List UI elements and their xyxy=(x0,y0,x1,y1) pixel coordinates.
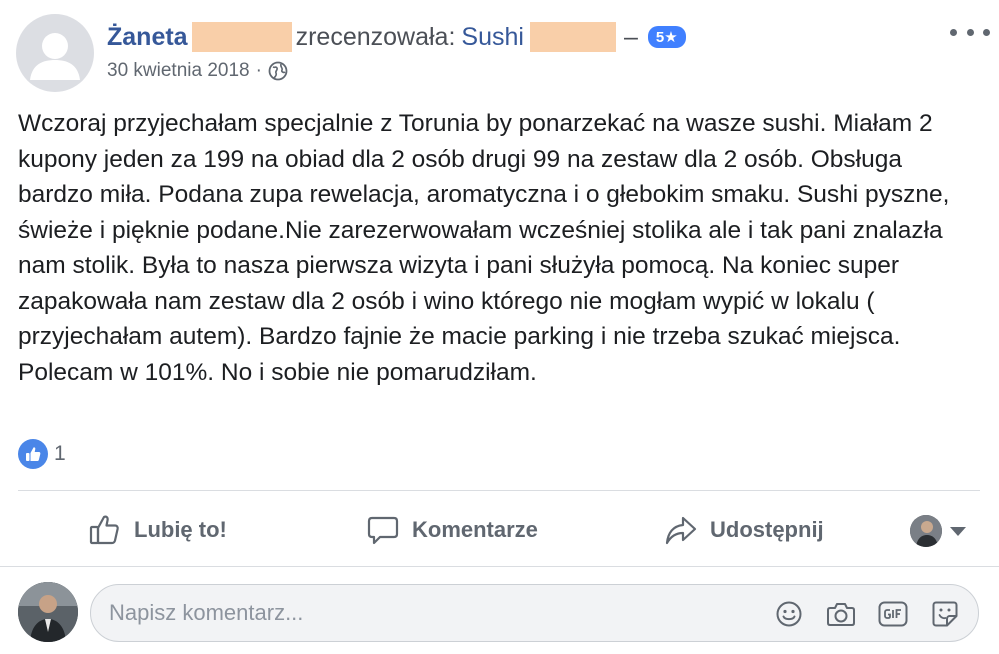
post-header: Żaneta zrecenzowała: Sushi – 5★ xyxy=(107,20,686,54)
comment-composer xyxy=(90,584,979,642)
meta-dot: · xyxy=(255,60,262,81)
author-avatar[interactable] xyxy=(16,14,94,92)
share-arrow-icon xyxy=(665,516,697,545)
thumbs-up-outline-icon xyxy=(89,515,119,545)
sticker-icon[interactable] xyxy=(930,599,960,629)
thumbs-up-icon xyxy=(18,439,48,469)
post-meta: 30 kwietnia 2018 · xyxy=(107,58,288,84)
gif-icon[interactable] xyxy=(878,599,908,629)
globe-icon[interactable] xyxy=(268,61,288,81)
rating-badge: 5★ xyxy=(647,26,686,48)
separator-dash: – xyxy=(623,22,638,51)
user-avatar xyxy=(910,515,942,547)
review-text: Wczoraj przyjechałam specjalnie z Toruni… xyxy=(18,110,950,386)
redacted-surname xyxy=(191,22,292,52)
reviewed-label: zrecenzowała: xyxy=(295,22,456,51)
action-bar: Lubię to! Komentarze Udostępnij xyxy=(0,505,999,555)
post-date[interactable]: 30 kwietnia 2018 xyxy=(107,60,250,82)
camera-icon[interactable] xyxy=(826,599,856,629)
comment-bubble-icon xyxy=(367,516,399,545)
more-options-icon[interactable] xyxy=(950,22,990,42)
comment-button-label: Komentarze xyxy=(412,517,538,542)
composer-tools xyxy=(752,599,960,629)
chevron-down-icon xyxy=(950,526,966,536)
divider xyxy=(18,490,980,491)
like-button-label: Lubię to! xyxy=(134,517,227,542)
reaction-audience-picker[interactable] xyxy=(910,515,966,547)
comment-input[interactable] xyxy=(109,585,729,641)
author-name[interactable]: Żaneta xyxy=(107,23,188,52)
divider xyxy=(0,566,999,567)
page-name-link[interactable]: Sushi xyxy=(461,23,524,52)
commenter-avatar[interactable] xyxy=(18,582,78,642)
like-count: 1 xyxy=(54,442,66,465)
like-button[interactable]: Lubię to! xyxy=(88,505,227,555)
emoji-icon[interactable] xyxy=(774,599,804,629)
share-button-label: Udostępnij xyxy=(710,517,824,542)
redacted-page-name xyxy=(529,22,616,52)
share-button[interactable]: Udostępnij xyxy=(664,505,824,555)
comment-button[interactable]: Komentarze xyxy=(366,505,538,555)
reactions-summary[interactable]: 1 xyxy=(18,438,66,470)
default-avatar-icon xyxy=(30,33,80,80)
